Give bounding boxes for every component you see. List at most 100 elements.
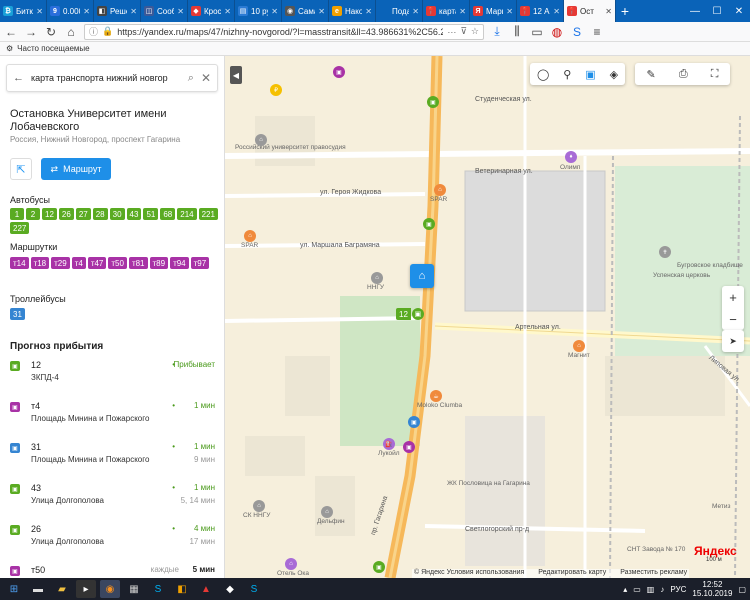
search-icon[interactable]: ⌕	[188, 72, 194, 85]
extension-icon[interactable]: S	[570, 25, 584, 39]
battery-icon[interactable]: ▭	[633, 585, 641, 594]
arrival-row[interactable]: ▣ 26 Улица Долгополова • 4 мин 17 мин	[10, 522, 217, 560]
close-window-icon[interactable]: ✕	[728, 0, 750, 22]
fitness-icon[interactable]: ♦	[565, 151, 577, 163]
ruler-icon[interactable]: ✎	[647, 68, 656, 81]
sport-icon[interactable]: ⌂	[253, 500, 265, 512]
browser-tab[interactable]: ◧Решен✕	[94, 0, 141, 22]
ads-link[interactable]: Разместить рекламу	[620, 569, 687, 578]
browser-tab[interactable]: ◉Самая✕	[282, 0, 329, 22]
explorer-icon[interactable]: ▬	[28, 580, 48, 598]
browser-tab[interactable]: ◆Кросс✕	[188, 0, 235, 22]
bus-route-chip[interactable]: 12	[42, 208, 57, 220]
bus-stop-icon[interactable]: ▣	[427, 96, 439, 108]
minibus-route-chip[interactable]: т18	[30, 257, 50, 269]
browser-tab-active[interactable]: 📍 Ост ✕	[564, 0, 616, 22]
browser-tab[interactable]: ЯМарш✕	[470, 0, 517, 22]
notifications-icon[interactable]: ▢	[738, 585, 746, 594]
pdf-icon[interactable]: ▲	[196, 580, 216, 598]
browser-tab[interactable]: 📍12 Авт✕	[517, 0, 564, 22]
collapse-panel-button[interactable]: ◀	[230, 66, 242, 84]
zoom-in-button[interactable]: +	[729, 290, 737, 305]
bus-route-chip[interactable]: 221	[198, 208, 218, 220]
fullscreen-icon[interactable]: ⛶	[711, 68, 719, 81]
language-indicator[interactable]: РУС	[670, 585, 686, 594]
bus-route-chip[interactable]: 2	[26, 208, 40, 220]
close-icon[interactable]: ✕	[201, 71, 211, 85]
transit-icon[interactable]: ▣	[585, 68, 595, 81]
download-icon[interactable]: ⤓	[490, 24, 504, 39]
tab-close-icon[interactable]: ✕	[318, 7, 325, 16]
my-location-button[interactable]: ➤	[722, 330, 744, 352]
vehicle-marker-12[interactable]: 12 ▣	[396, 308, 424, 320]
bus-route-chip[interactable]: 214	[177, 208, 197, 220]
trolleybus-route-chip[interactable]: 31	[10, 308, 25, 320]
print-icon[interactable]: ⎙	[679, 68, 688, 81]
zoom-out-button[interactable]: −	[729, 312, 737, 327]
skype-icon[interactable]: S	[244, 580, 264, 598]
tab-close-icon[interactable]: ✕	[130, 7, 137, 16]
minibus-stop-icon[interactable]: ▣	[403, 441, 415, 453]
tab-close-icon[interactable]: ✕	[605, 7, 612, 16]
arrival-row[interactable]: ▣ 12 ЗКПД-4 • Прибывает	[10, 358, 217, 396]
route-button[interactable]: ⇄ Маршрут	[41, 158, 111, 180]
browser-tab[interactable]: ◫Сообще✕	[141, 0, 188, 22]
browser-tab[interactable]: ₿Биткои✕	[0, 0, 47, 22]
minibus-route-chip[interactable]: т50	[108, 257, 127, 269]
tab-close-icon[interactable]: ✕	[83, 7, 90, 16]
sidebar-icon[interactable]: ▭	[530, 25, 544, 39]
browser-tab[interactable]: 📍карта✕	[423, 0, 470, 22]
cemetery-icon[interactable]: ✝	[659, 246, 671, 258]
minibus-route-chip[interactable]: т81	[128, 257, 148, 269]
tab-close-icon[interactable]: ✕	[224, 7, 231, 16]
minibus-route-chip[interactable]: т89	[149, 257, 169, 269]
site-info-icon[interactable]: ⓘ	[89, 25, 98, 38]
firefox-icon[interactable]: ◉	[100, 580, 120, 598]
map-canvas[interactable]: Студенческая ул. Ветеринарная ул. ул. Ге…	[225, 56, 750, 578]
arrival-row[interactable]: ▣ 31 Площадь Минина и Пожарского • 1 мин 9 ми…	[10, 440, 217, 478]
folder-icon[interactable]: ▰	[52, 580, 72, 598]
layers-icon[interactable]: ◈	[610, 68, 618, 81]
bus-route-chip[interactable]: 227	[10, 222, 30, 234]
tab-close-icon[interactable]: ✕	[36, 7, 43, 16]
new-tab-button[interactable]: +	[616, 0, 634, 22]
minibus-route-chip[interactable]: т4	[71, 257, 86, 269]
minibus-route-chip[interactable]: т47	[87, 257, 107, 269]
minibus-route-chip[interactable]: т29	[51, 257, 70, 269]
bookmark-star-icon[interactable]: ☆	[471, 26, 479, 37]
forward-icon[interactable]: →	[24, 25, 38, 39]
menu-icon[interactable]: ≡	[590, 25, 604, 39]
arrival-row[interactable]: ▣т50•5 минкаждые	[10, 563, 217, 578]
selected-stop-marker[interactable]: ⌂	[410, 264, 434, 288]
notes-icon[interactable]: ◧	[172, 580, 192, 598]
bus-stop-icon[interactable]: ▣	[373, 561, 385, 573]
shop-icon[interactable]: ⌂	[244, 230, 256, 242]
reload-icon[interactable]: ↻	[44, 25, 58, 39]
library-icon[interactable]: ⫼	[510, 24, 524, 39]
arrival-row[interactable]: ▣ 43 Улица Долгополова • 1 мин 5, 14 мин	[10, 481, 217, 519]
bus-route-chip[interactable]: 43	[126, 208, 142, 220]
tab-close-icon[interactable]: ✕	[177, 7, 184, 16]
bus-route-chip[interactable]: 68	[160, 208, 176, 220]
search-input[interactable]	[31, 73, 181, 83]
bank-icon[interactable]: ₽	[270, 84, 282, 96]
shop-icon[interactable]: ⌂	[573, 340, 585, 352]
browser-tab[interactable]: Подача об✕	[376, 0, 423, 22]
arrival-row[interactable]: ▣ т4 Площадь Минина и Пожарского • 1 мин	[10, 399, 217, 437]
browser-tab[interactable]: 90.00000✕	[47, 0, 94, 22]
url-text[interactable]: https://yandex.ru/maps/47/nizhny-novgoro…	[117, 27, 443, 37]
maximize-icon[interactable]: ☐	[706, 0, 728, 22]
volume-icon[interactable]: ♪	[660, 585, 664, 594]
tab-close-icon[interactable]: ✕	[365, 7, 372, 16]
edit-map-link[interactable]: Редактировать карту	[538, 569, 606, 578]
skype-icon[interactable]: S	[148, 580, 168, 598]
network-icon[interactable]: ▥	[647, 585, 655, 594]
browser-tab[interactable]: eНаконе✕	[329, 0, 376, 22]
copyright-link[interactable]: © Яндекс Условия использования	[414, 569, 524, 578]
tab-close-icon[interactable]: ✕	[412, 7, 419, 16]
home-icon[interactable]: ⌂	[64, 25, 78, 39]
tab-close-icon[interactable]: ✕	[506, 7, 513, 16]
minibus-route-chip[interactable]: т97	[190, 257, 210, 269]
bike-icon[interactable]: ⚲	[563, 68, 571, 81]
address-bar[interactable]: ⓘ 🔒 https://yandex.ru/maps/47/nizhny-nov…	[84, 23, 484, 40]
